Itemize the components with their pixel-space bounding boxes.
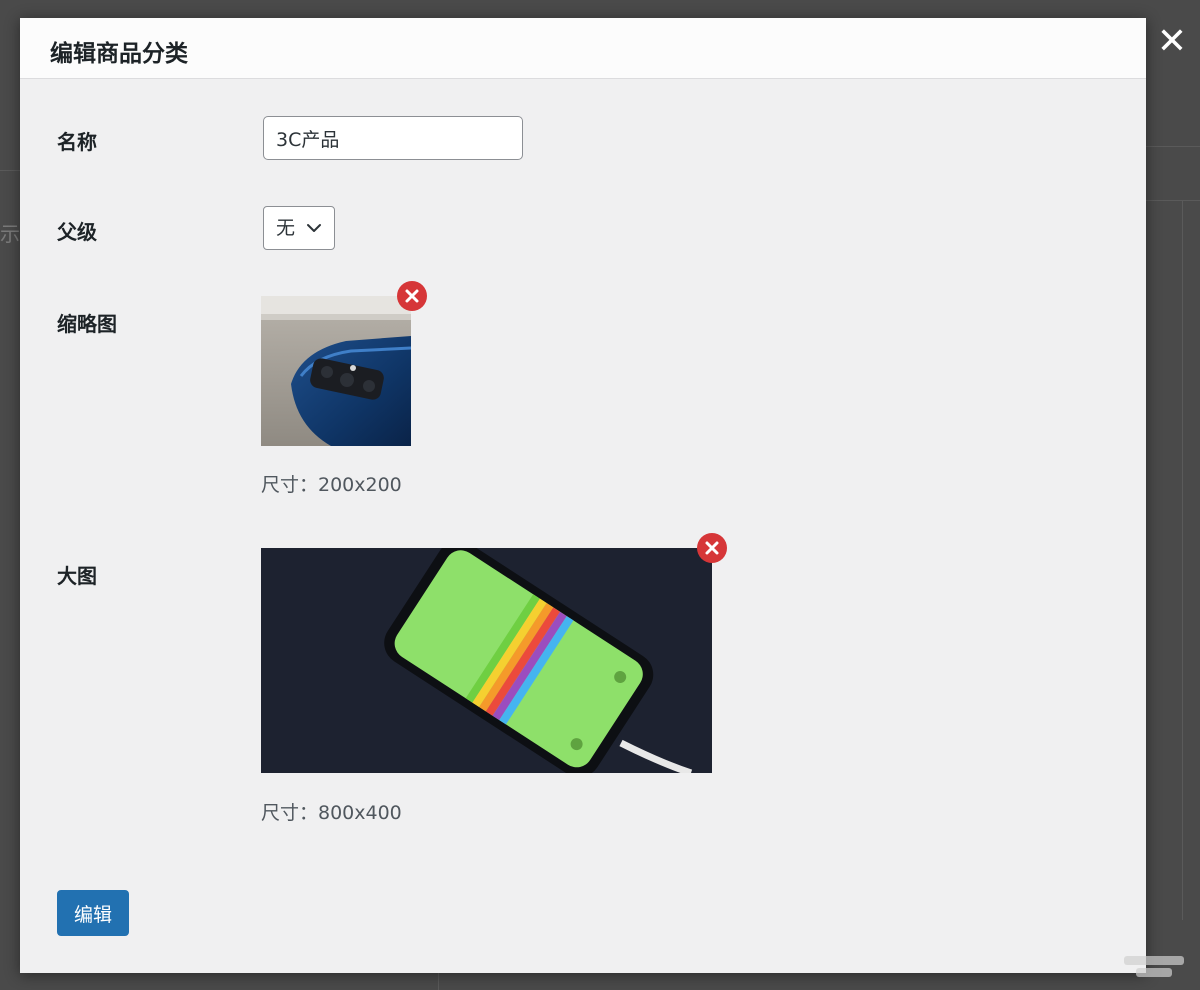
background-divider [1146, 146, 1200, 147]
large-image [261, 548, 712, 773]
remove-large-image-button[interactable] [697, 533, 727, 563]
large-image-size-note: 尺寸：800x400 [261, 802, 402, 824]
parent-select[interactable]: 无 [263, 206, 335, 250]
background-divider [0, 170, 20, 171]
name-input[interactable] [263, 116, 523, 160]
blog-watermark-logo [1118, 950, 1190, 980]
parent-select-value: 无 [276, 217, 296, 239]
thumbnail-label: 缩略图 [57, 312, 117, 336]
background-divider [1182, 200, 1183, 920]
close-icon[interactable]: ✕ [1152, 22, 1192, 62]
background-partial-text: 示 [0, 222, 20, 246]
remove-thumbnail-button[interactable] [397, 281, 427, 311]
background-divider [438, 973, 439, 990]
thumbnail-image [261, 296, 411, 446]
edit-category-modal: 编辑商品分类 名称 父级 无 缩略图 [20, 18, 1146, 973]
submit-edit-button[interactable]: 编辑 [57, 890, 129, 936]
background-divider [1146, 200, 1200, 201]
remove-image-icon [405, 289, 419, 303]
modal-title: 编辑商品分类 [50, 41, 188, 67]
large-image-label: 大图 [57, 564, 97, 588]
thumbnail-size-note: 尺寸：200x200 [261, 474, 402, 496]
modal-header: 编辑商品分类 [20, 18, 1146, 79]
name-label: 名称 [57, 130, 97, 154]
chevron-down-icon [307, 224, 321, 232]
parent-label: 父级 [57, 220, 97, 244]
remove-image-icon [705, 541, 719, 555]
